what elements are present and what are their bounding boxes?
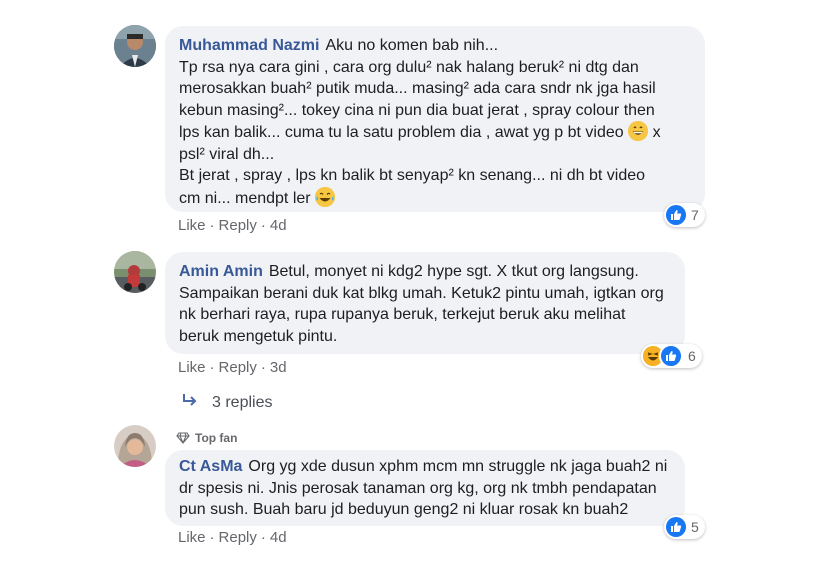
diamond-icon bbox=[176, 432, 190, 444]
comment-text: psl² viral dh... bbox=[179, 145, 275, 163]
reply-link[interactable]: Reply bbox=[219, 217, 257, 234]
comment-text: Aku no komen bab nih... bbox=[325, 37, 499, 54]
comment-actions: Like · Reply · 3d bbox=[178, 359, 287, 376]
comment-text: Tp rsa nya cara gini , cara org dulu² na… bbox=[179, 58, 639, 76]
comment-timestamp[interactable]: 4d bbox=[270, 529, 287, 546]
comment-text: beruk mengetuk pintu. bbox=[179, 327, 338, 345]
comment-actions: Like · Reply · 4d bbox=[178, 529, 287, 546]
reaction-summary[interactable]: 6 bbox=[641, 344, 702, 368]
reply-link[interactable]: Reply bbox=[219, 529, 257, 546]
avatar[interactable] bbox=[114, 251, 156, 293]
like-link[interactable]: Like bbox=[178, 529, 206, 546]
like-icon bbox=[659, 344, 683, 368]
comment-timestamp[interactable]: 4d bbox=[270, 217, 287, 234]
comment-author[interactable]: Amin Amin bbox=[179, 263, 263, 280]
comment-text: x bbox=[652, 124, 661, 141]
comment-text: cm ni... mendpt ler bbox=[179, 189, 311, 207]
like-icon bbox=[666, 205, 686, 225]
comment-timestamp[interactable]: 3d bbox=[270, 359, 287, 376]
comment-bubble: Amin Amin Betul, monyet ni kdg2 hype sgt.… bbox=[165, 252, 685, 354]
reaction-count: 6 bbox=[688, 348, 696, 364]
reaction-summary[interactable]: 7 bbox=[664, 203, 705, 227]
comment-text: Betul, monyet ni kdg2 hype sgt. X tkut o… bbox=[268, 263, 639, 280]
comment-text: Org yg xde dusun xphm mcm mn struggle nk… bbox=[248, 458, 668, 475]
top-fan-label: Top fan bbox=[195, 431, 238, 445]
separator-dot: · bbox=[260, 359, 266, 376]
like-link[interactable]: Like bbox=[178, 217, 206, 234]
separator-dot: · bbox=[209, 217, 215, 234]
comment-text: Sampaikan berani duk kat blkg umah. Ketu… bbox=[179, 284, 664, 302]
view-replies-link[interactable]: 3 replies bbox=[182, 393, 272, 412]
like-icon bbox=[666, 517, 686, 537]
separator-dot: · bbox=[260, 529, 266, 546]
top-fan-badge: Top fan bbox=[176, 431, 237, 445]
reaction-count: 7 bbox=[691, 207, 699, 223]
reply-link[interactable]: Reply bbox=[219, 359, 257, 376]
comment-bubble: Muhammad Nazmi Aku no komen bab nih... Tp… bbox=[165, 26, 705, 212]
like-link[interactable]: Like bbox=[178, 359, 206, 376]
comment-actions: Like · Reply · 4d bbox=[178, 217, 287, 234]
comment-author[interactable]: Muhammad Nazmi bbox=[179, 37, 319, 54]
separator-dot: · bbox=[209, 359, 215, 376]
reaction-summary[interactable]: 5 bbox=[664, 515, 705, 539]
separator-dot: · bbox=[209, 529, 215, 546]
comment-text: Bt jerat , spray , lps kn balik bt senya… bbox=[179, 167, 646, 184]
separator-dot: · bbox=[260, 217, 266, 234]
comment-text: kebun masing²... tokey cina ni pun dia b… bbox=[179, 101, 655, 119]
tears-of-joy-emoji bbox=[315, 186, 336, 207]
comment-text: merosakkan buah² putik muda... masing² a… bbox=[179, 80, 656, 97]
comment-text: nk berhari raya, rupa rupanya beruk, ter… bbox=[179, 306, 626, 323]
reaction-count: 5 bbox=[691, 519, 699, 535]
comment-text: pun sush. Buah baru jd beduyun geng2 ni … bbox=[179, 501, 629, 518]
grin-emoji bbox=[628, 121, 649, 141]
avatar[interactable] bbox=[114, 425, 156, 467]
comment-text: lps kan balik... cuma tu la satu problem… bbox=[179, 124, 624, 141]
comment-text: dr spesis ni. Jnis perosak tanaman org k… bbox=[179, 479, 657, 497]
reply-arrow-icon bbox=[182, 393, 198, 412]
comment-author[interactable]: Ct AsMa bbox=[179, 458, 242, 475]
replies-count-label: 3 replies bbox=[212, 394, 273, 411]
avatar[interactable] bbox=[114, 25, 156, 67]
comment-bubble: Ct AsMa Org yg xde dusun xphm mcm mn stru… bbox=[165, 450, 685, 526]
